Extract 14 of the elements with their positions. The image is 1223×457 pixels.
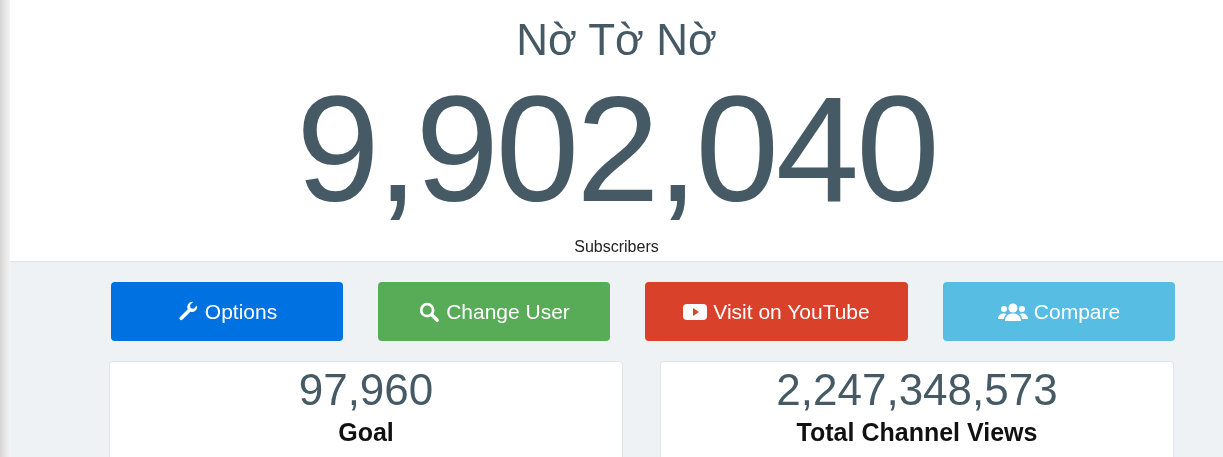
change-user-button[interactable]: Change User <box>378 282 610 341</box>
youtube-button[interactable]: Visit on YouTube <box>645 282 908 341</box>
options-button[interactable]: Options <box>111 282 343 341</box>
stat-value: 97,960 <box>298 366 434 414</box>
stat-value: 2,247,348,573 <box>776 366 1058 414</box>
stat-label: Goal <box>338 418 394 447</box>
count-label: Subscribers <box>574 238 659 256</box>
search-icon <box>418 300 441 323</box>
subscriber-count: 9,902,040 <box>296 74 937 224</box>
channel-name: Nờ Tờ Nờ <box>516 14 717 66</box>
stat-label: Total Channel Views <box>796 418 1038 447</box>
wrench-icon <box>176 300 199 323</box>
users-icon <box>997 301 1028 322</box>
play-icon <box>683 302 708 321</box>
